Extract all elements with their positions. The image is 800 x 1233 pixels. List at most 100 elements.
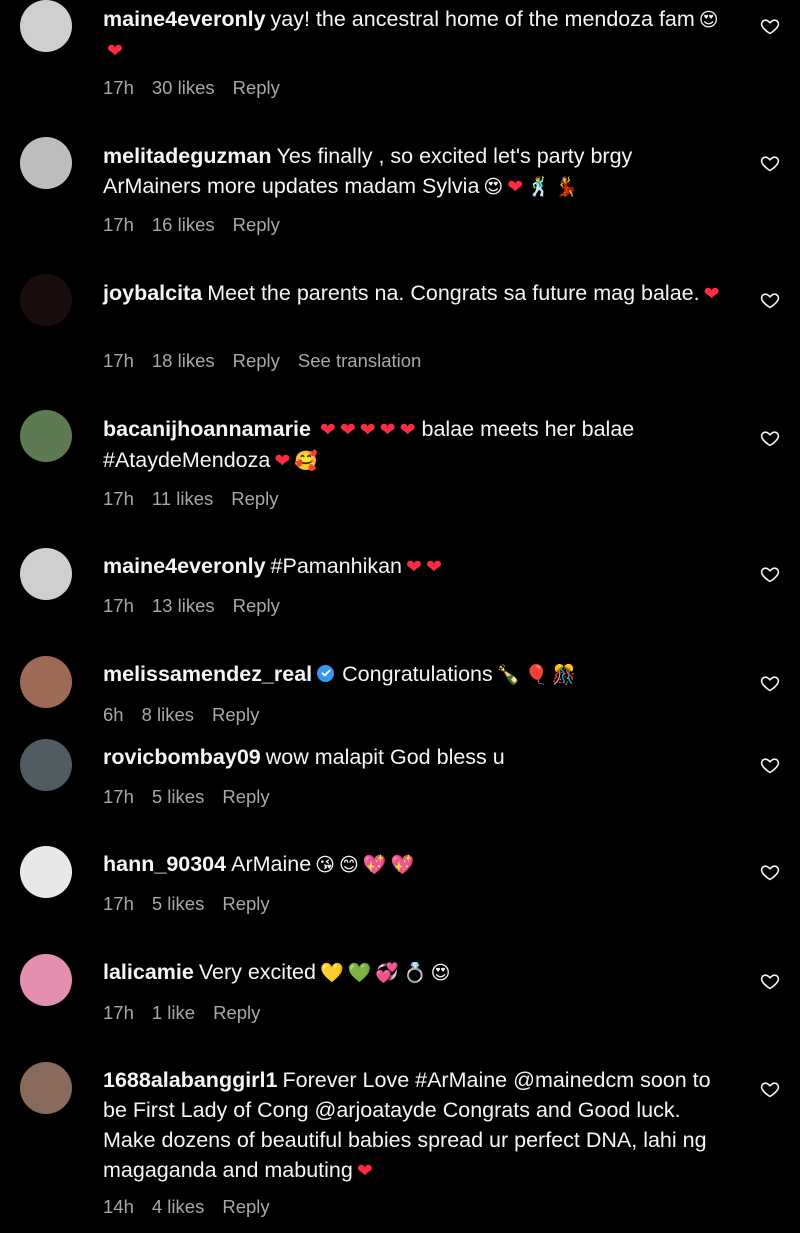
likes-count-link[interactable]: 18 likes [152, 350, 215, 371]
comment-body: joybalcita Meet the parents na. Congrats … [103, 278, 735, 309]
verified-badge-icon [317, 664, 335, 682]
timestamp: 14h [103, 1196, 134, 1217]
emoji: ❤ [703, 283, 720, 305]
username-link[interactable]: maine4everonly [103, 554, 266, 578]
timestamp: 6h [103, 704, 124, 725]
emoji: 🕺 [527, 176, 551, 198]
reply-button[interactable]: Reply [233, 77, 280, 98]
emoji: 🥰 [294, 450, 318, 472]
username-link[interactable]: bacanijhoannamarie [103, 417, 311, 441]
comment-text: #Pamanhikan [270, 554, 403, 578]
timestamp: 17h [103, 214, 134, 235]
likes-count-link[interactable]: 30 likes [152, 77, 215, 98]
like-heart-icon[interactable] [760, 153, 780, 173]
likes-count-link[interactable]: 4 likes [152, 1196, 204, 1217]
comment-meta: 17h 16 likes Reply [103, 214, 298, 236]
username-link[interactable]: lalicamie [103, 960, 194, 984]
reply-button[interactable]: Reply [222, 786, 269, 807]
reply-button[interactable]: Reply [222, 893, 269, 914]
comment-body: 1688alabanggirl1 Forever Love #ArMaine @m… [103, 1065, 735, 1186]
like-heart-icon[interactable] [760, 1079, 780, 1099]
emoji: 😍 [698, 9, 719, 31]
comment-meta: 17h 5 likes Reply [103, 786, 288, 808]
emoji: ❤ [507, 176, 524, 198]
avatar[interactable] [20, 846, 72, 898]
emoji: 😍 [430, 962, 451, 984]
see-translation-button[interactable]: See translation [298, 350, 421, 371]
avatar[interactable] [20, 137, 72, 189]
timestamp: 17h [103, 786, 134, 807]
likes-count-link[interactable]: 8 likes [142, 704, 194, 725]
emoji: 😊 [338, 854, 359, 876]
avatar[interactable] [20, 954, 72, 1006]
likes-count-link[interactable]: 13 likes [152, 595, 215, 616]
like-heart-icon[interactable] [760, 428, 780, 448]
reply-button[interactable]: Reply [233, 350, 280, 371]
comment-body: maine4everonly yay! the ancestral home of… [103, 4, 735, 66]
username-link[interactable]: hann_90304 [103, 852, 226, 876]
timestamp: 17h [103, 77, 134, 98]
emoji: ❤ [406, 556, 422, 578]
comment-body: maine4everonly #Pamanhikan ❤ ❤ [103, 551, 735, 582]
username-link[interactable]: melissamendez_real [103, 662, 312, 686]
comment-meta: 6h 8 likes Reply [103, 704, 277, 726]
emoji: 😍 [483, 176, 504, 198]
username-link[interactable]: joybalcita [103, 281, 202, 305]
emoji: ❤ [356, 1160, 373, 1182]
avatar[interactable] [20, 656, 72, 708]
username-link[interactable]: rovicbombay09 [103, 745, 261, 769]
username-link[interactable]: maine4everonly [103, 7, 266, 31]
comment-meta: 17h 13 likes Reply [103, 595, 298, 617]
like-heart-icon[interactable] [760, 971, 780, 991]
emoji: 😘 [315, 854, 335, 876]
reply-button[interactable]: Reply [213, 1002, 260, 1023]
likes-count-link[interactable]: 5 likes [152, 893, 204, 914]
avatar[interactable] [20, 548, 72, 600]
reply-button[interactable]: Reply [222, 1196, 269, 1217]
username-link[interactable]: melitadeguzman [103, 144, 271, 168]
comment-meta: 17h 5 likes Reply [103, 893, 288, 915]
comment-meta: 17h 11 likes Reply [103, 488, 297, 510]
like-heart-icon[interactable] [760, 290, 780, 310]
emoji: 💖 [362, 854, 387, 876]
comment-body: melitadeguzman Yes finally , so excited l… [103, 141, 735, 202]
username-link[interactable]: 1688alabanggirl1 [103, 1068, 277, 1092]
comment-body: hann_90304 ArMaine 😘 😊 💖 💖 [103, 849, 735, 880]
emoji: 💛 [319, 962, 344, 984]
emoji: 💍 [402, 962, 427, 984]
avatar[interactable] [20, 1062, 72, 1114]
likes-count-link[interactable]: 1 like [152, 1002, 195, 1023]
like-heart-icon[interactable] [760, 673, 780, 693]
reply-button[interactable]: Reply [233, 214, 280, 235]
likes-count-link[interactable]: 11 likes [152, 488, 213, 509]
comment-text: Very excited [198, 960, 316, 984]
like-heart-icon[interactable] [760, 755, 780, 775]
like-heart-icon[interactable] [760, 16, 780, 36]
avatar[interactable] [20, 739, 72, 791]
emoji: ❤ [379, 419, 396, 441]
avatar[interactable] [20, 0, 72, 52]
reply-button[interactable]: Reply [212, 704, 259, 725]
emoji: ❤ [274, 450, 291, 472]
comment-text: yay! the ancestral home of the mendoza f… [270, 7, 695, 31]
timestamp: 17h [103, 1002, 134, 1023]
emoji: ❤ [425, 556, 442, 578]
comment-meta: 17h 30 likes Reply [103, 77, 298, 99]
reply-button[interactable]: Reply [233, 595, 280, 616]
emoji: ❤ [319, 419, 336, 441]
likes-count-link[interactable]: 16 likes [152, 214, 215, 235]
like-heart-icon[interactable] [760, 564, 780, 584]
avatar[interactable] [20, 274, 72, 326]
emoji: 💃 [554, 176, 579, 198]
reply-button[interactable]: Reply [231, 488, 278, 509]
like-heart-icon[interactable] [760, 862, 780, 882]
comment-body: lalicamie Very excited 💛 💚 💞 💍 😍 [103, 957, 735, 988]
comment-text: Meet the parents na. Congrats sa future … [207, 281, 700, 305]
avatar[interactable] [20, 410, 72, 462]
comment-text: ArMaine [231, 852, 312, 876]
likes-count-link[interactable]: 5 likes [152, 786, 204, 807]
emoji: 💖 [390, 854, 415, 876]
timestamp: 17h [103, 488, 134, 509]
emoji: 🎈 [524, 664, 549, 686]
emoji: ❤ [339, 419, 356, 441]
